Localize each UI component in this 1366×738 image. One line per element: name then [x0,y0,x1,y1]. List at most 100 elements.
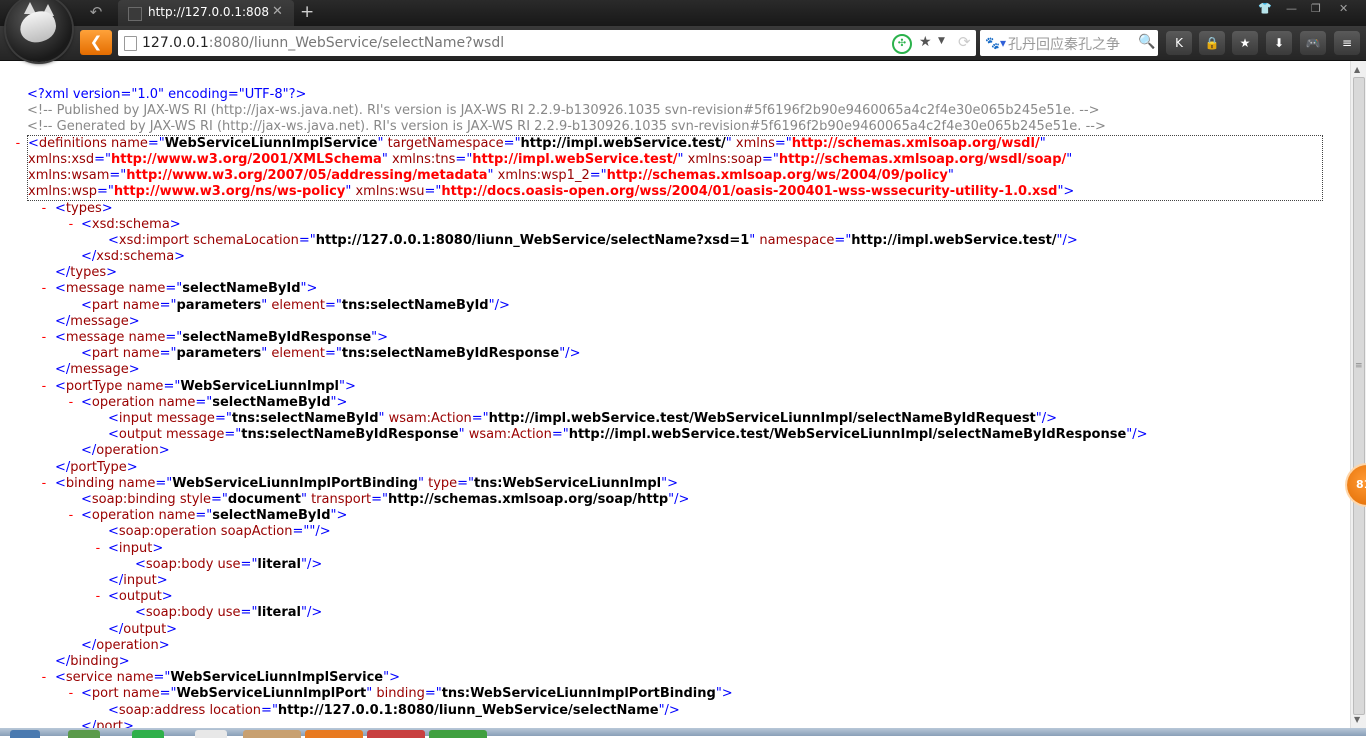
back-button[interactable]: ❮ [80,30,112,55]
tab-title: http://127.0.0.1:808 [148,5,269,19]
taskbar-start-icon[interactable] [10,730,40,738]
attr-value: literal [257,605,302,620]
favorites-star-icon[interactable]: ★ [1232,31,1258,55]
collapse-toggle[interactable]: - [40,201,48,217]
scroll-down-icon[interactable]: ▼ [1354,715,1360,724]
input-open: <input> [108,541,164,556]
collapse-toggle[interactable]: - [67,686,75,702]
operation-close: </operation> [81,443,170,458]
collapse-toggle[interactable]: - [40,379,48,395]
namespace-value: http://schemas.xmlsoap.org/wsdl/soap/ [778,152,1067,167]
attr-value: tns:selectNameById [231,411,379,426]
namespace-value: http://schemas.xmlsoap.org/ws/2004/09/po… [606,168,948,183]
scrollbar-grip: ≡ [1355,361,1363,371]
message-close: </message> [55,314,140,329]
maximize-icon[interactable]: ❐ [1311,2,1321,15]
collapse-toggle[interactable]: - [14,136,22,152]
search-input[interactable]: 🐾▾ 孔丹回应秦孔之争 🔍 [980,30,1158,56]
chevron-down-icon[interactable]: ▼ [938,36,945,46]
message-open: <message name="selectNameById"> [55,281,318,296]
refresh-icon[interactable]: ⟳ [958,33,971,51]
collapse-toggle[interactable]: - [94,541,102,557]
attr-value: WebServiceLiunnImplPort [176,686,367,701]
attr-value: tns:WebServiceLiunnImpl [474,476,662,491]
soap-binding: <soap:binding style="document" transport… [81,492,690,507]
porttype-close: </portType> [55,460,138,475]
scrollbar-thumb[interactable] [1353,77,1365,715]
tab-active[interactable]: http://127.0.0.1:808 ✕ [118,0,294,26]
collapse-toggle[interactable]: - [40,670,48,686]
input-element: <input message="tns:selectNameById" wsam… [108,411,1058,426]
speedup-icon[interactable]: ✣ [892,34,912,54]
attr-value: tns:selectNameByIdResponse [341,346,560,361]
soap-body: <soap:body use="literal"/> [135,605,323,620]
taskbar-app-icon[interactable] [429,730,487,738]
account-button[interactable]: K [1166,31,1192,55]
attr-value: http://127.0.0.1:8080/liunn_WebService/s… [315,233,750,248]
close-window-icon[interactable]: ✕ [1339,2,1348,15]
xml-declaration: <?xml version="1.0" encoding="UTF-8"?> [27,87,307,102]
taskbar-app-icon[interactable] [132,730,164,738]
address-bar[interactable]: 127.0.0.1:8080/liunn_WebService/selectNa… [118,30,976,56]
soap-operation: <soap:operation soapAction=""/> [108,524,331,539]
minimize-icon[interactable]: — [1286,2,1297,15]
schema-close: </xsd:schema> [81,249,186,264]
message-open: <message name="selectNameByIdResponse"> [55,330,389,345]
lock-icon[interactable]: 🔒 [1199,31,1225,55]
collapse-toggle[interactable]: - [40,330,48,346]
attr-value: document [227,492,301,507]
new-tab-button[interactable]: + [300,2,314,22]
output-element: <output message="tns:selectNameByIdRespo… [108,427,1148,442]
search-icon[interactable]: 🔍 [1138,34,1155,50]
namespace-value: http://schemas.xmlsoap.org/wsdl/ [791,136,1040,151]
attr-value: tns:WebServiceLiunnImplPortBinding [441,686,716,701]
soap-body: <soap:body use="literal"/> [135,557,323,572]
attr-value: selectNameById [182,281,301,296]
navigation-toolbar: ❮ 127.0.0.1:8080/liunn_WebService/select… [0,26,1366,61]
xml-comment: <!-- Published by JAX-WS RI (http://jax-… [27,103,1100,118]
taskbar-app-icon[interactable] [305,730,363,738]
menu-icon[interactable]: ≡ [1334,31,1360,55]
collapse-toggle[interactable]: - [67,217,75,233]
attr-value: literal [257,557,302,572]
types-open: <types> [55,201,113,216]
attr-value: selectNameById [212,508,331,523]
taskbar-app-icon[interactable] [367,730,425,738]
operation-open: <operation name="selectNameById"> [81,508,348,523]
taskbar-app-icon[interactable] [68,730,100,738]
baidu-icon: 🐾▾ [985,36,1006,50]
gamepad-icon[interactable]: 🎮 [1300,31,1326,55]
port-close: </port> [81,719,134,728]
attr-value: WebServiceLiunnImplPortBinding [172,476,418,491]
download-icon[interactable]: ⬇ [1266,31,1292,55]
vertical-scrollbar[interactable]: ▲ ≡ ▼ [1350,61,1366,728]
attr-value: WebServiceLiunnImpl [180,379,340,394]
undo-close-tab-icon[interactable]: ↶ [86,3,106,21]
skin-icon[interactable]: 👕 [1258,2,1272,15]
definitions-line: <definitions name="WebServiceLiunnImplSe… [28,136,1046,151]
account-button-label: K [1175,36,1183,50]
collapse-toggle[interactable]: - [40,281,48,297]
taskbar-app-icon[interactable] [243,730,301,738]
part-element: <part name="parameters" element="tns:sel… [81,346,581,361]
search-placeholder: 孔丹回应秦孔之争 [1008,37,1120,53]
taskbar-app-icon[interactable] [195,730,227,738]
namespace-value: http://docs.oasis-open.org/wss/2004/01/o… [441,184,1058,199]
namespace-value: http://www.w3.org/2007/05/addressing/met… [126,168,488,183]
attr-value: http://impl.webService.test/WebServiceLi… [488,411,1036,426]
url-text[interactable]: 127.0.0.1:8080/liunn_WebService/selectNa… [142,35,504,51]
bookmark-star-icon[interactable]: ★ [919,34,932,50]
porttype-open: <portType name="WebServiceLiunnImpl"> [55,379,356,394]
collapse-toggle[interactable]: - [67,508,75,524]
collapse-toggle[interactable]: - [40,476,48,492]
close-tab-icon[interactable]: ✕ [272,4,283,19]
namespace-value: http://impl.webService.test/ [472,152,678,167]
part-element: <part name="parameters" element="tns:sel… [81,298,510,313]
output-close: </output> [108,622,178,637]
url-host: 127.0.0.1 [142,35,209,51]
scroll-up-icon[interactable]: ▲ [1354,65,1360,74]
binding-close: </binding> [55,654,130,669]
collapse-toggle[interactable]: - [67,395,75,411]
collapse-toggle[interactable]: - [94,589,102,605]
xml-comment: <!-- Generated by JAX-WS RI (http://jax-… [27,119,1106,134]
